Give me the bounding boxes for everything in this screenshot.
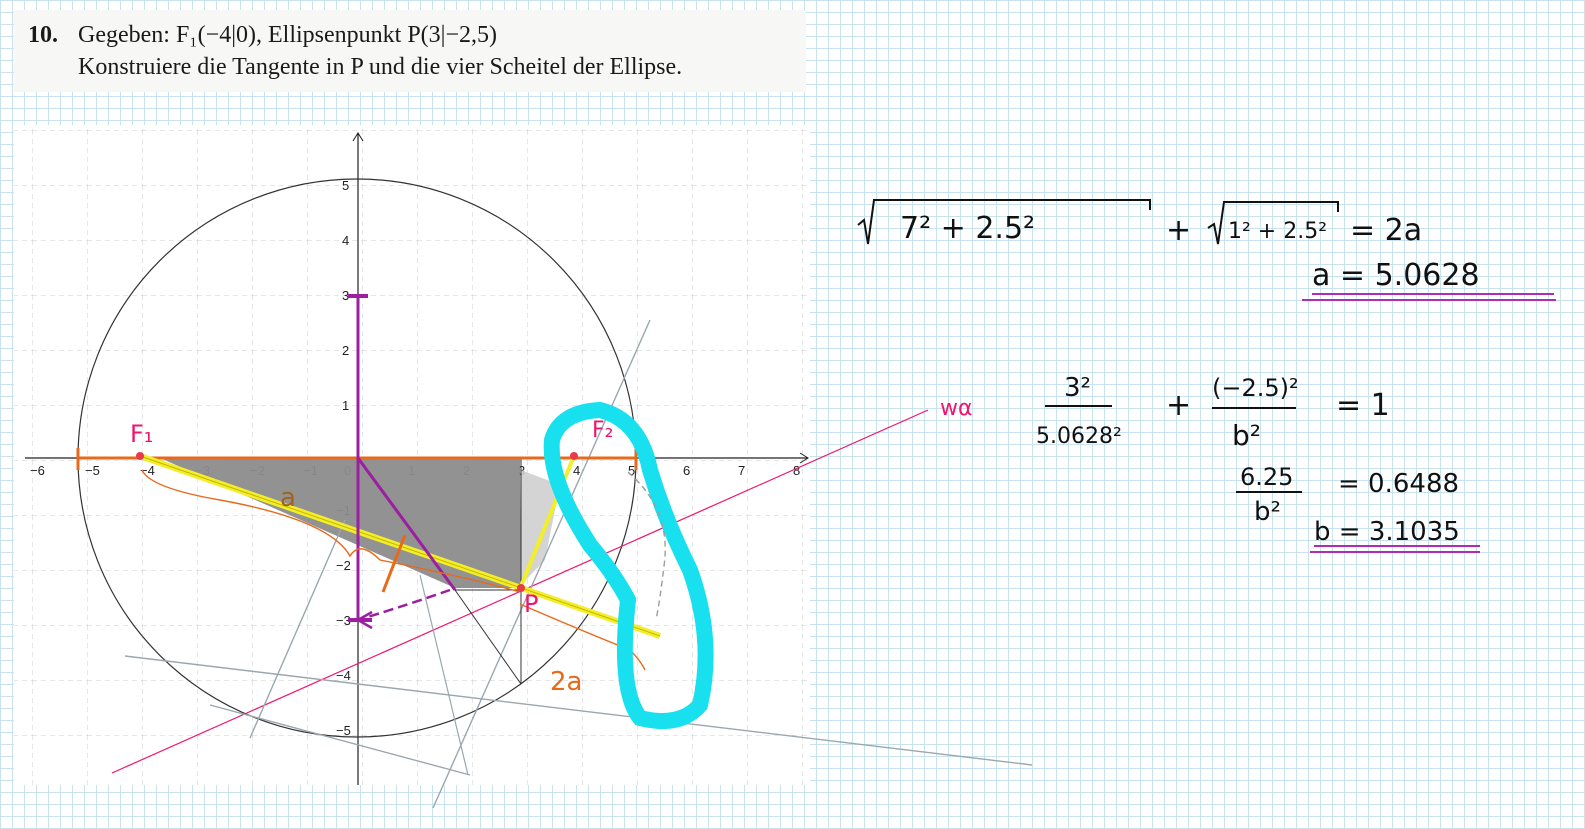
eq1-sqrt2: 1² + 2.5² <box>1228 219 1327 244</box>
construction-drawing: −6 −5 −4 −3 −2 −1 0 1 2 3 4 5 6 7 8 5 4 … <box>14 125 1556 809</box>
y-tick-label: 4 <box>342 233 349 248</box>
eq1-rhs: = 2a <box>1350 213 1422 248</box>
point-f2 <box>570 452 578 460</box>
label-f1: F₁ <box>130 420 153 448</box>
label-2a: 2a <box>550 667 582 697</box>
eq1-sqrt1: 7² + 2.5² <box>900 211 1035 246</box>
y-tick-label: −2 <box>336 558 351 573</box>
eq1-plus: + <box>1166 213 1191 248</box>
frac2-num: (−2.5)² <box>1212 374 1299 402</box>
point-f1 <box>136 452 144 460</box>
result-b: b = 3.1035 <box>1314 517 1460 547</box>
y-tick-label: 5 <box>342 178 349 193</box>
eq3-rhs: = 1 <box>1336 388 1390 423</box>
x-tick-label: 8 <box>793 463 800 478</box>
plus-2: + <box>1166 388 1191 423</box>
frac3-den: b² <box>1254 497 1281 527</box>
frac1-den: 5.0628² <box>1036 424 1122 449</box>
x-tick-label: −5 <box>85 463 100 478</box>
result-a: a = 5.0628 <box>1312 258 1480 293</box>
frac1-num: 3² <box>1064 373 1091 403</box>
y-tick-label: 2 <box>342 343 349 358</box>
label-w-alpha: wα <box>940 396 973 421</box>
eq4-rhs: = 0.6488 <box>1338 469 1459 499</box>
frac2-den: b² <box>1232 419 1261 452</box>
x-tick-label: 7 <box>738 463 745 478</box>
dashed-grid <box>14 125 810 785</box>
label-f2: F₂ <box>592 418 613 443</box>
y-tick-label: 1 <box>342 398 349 413</box>
y-tick-label: −5 <box>336 723 351 738</box>
x-tick-label: 4 <box>573 463 580 478</box>
x-tick-label: 6 <box>683 463 690 478</box>
label-a: a <box>280 483 296 513</box>
label-p: P <box>524 590 538 618</box>
frac3-num: 6.25 <box>1240 463 1293 491</box>
x-tick-label: −6 <box>30 463 45 478</box>
